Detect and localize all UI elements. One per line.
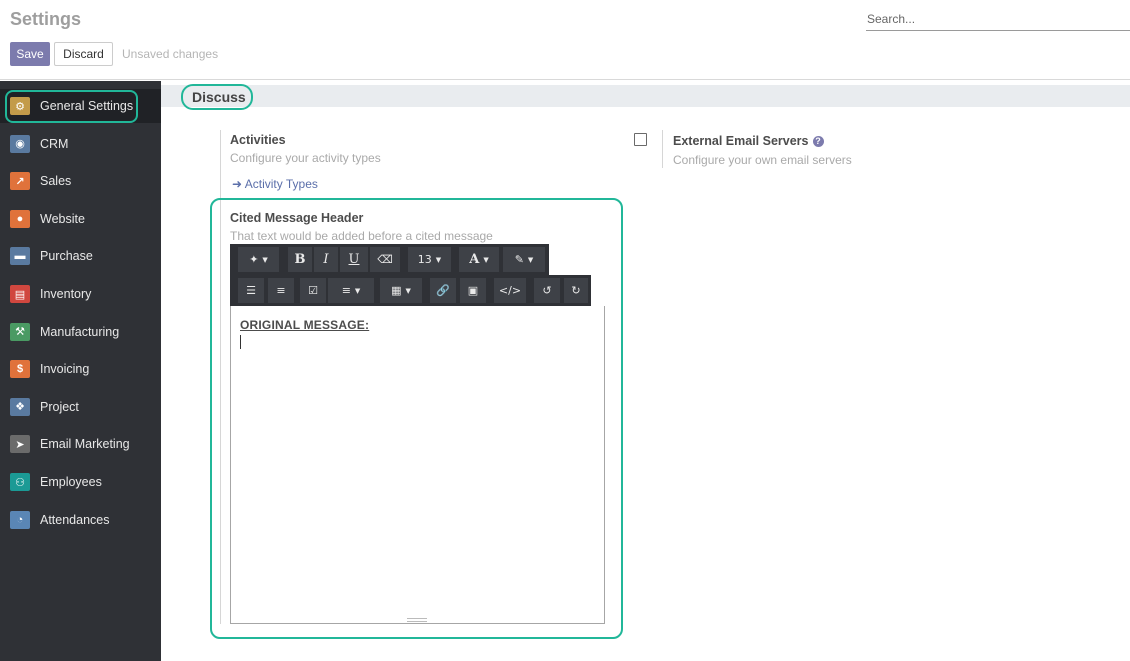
cited-header-highlight	[210, 198, 623, 639]
external-email-checkbox[interactable]	[634, 133, 647, 146]
arrow-right-icon: ➜	[232, 177, 243, 191]
sidebar-item-website[interactable]: ● Website	[0, 202, 161, 236]
puzzle-icon: ❖	[10, 397, 30, 416]
sidebar-item-attendances[interactable]: ◔ Attendances	[0, 503, 161, 537]
external-email-title: External Email Servers?	[673, 134, 824, 148]
chart-icon: ↗	[10, 172, 30, 191]
sidebar-item-employees[interactable]: ⚇ Employees	[0, 465, 161, 499]
activities-description: Configure your activity types	[230, 151, 381, 165]
sidebar-item-label: CRM	[40, 136, 69, 151]
sidebar-item-label: Manufacturing	[40, 324, 120, 339]
sidebar-item-label: Employees	[40, 475, 102, 489]
sidebar-item-project[interactable]: ❖ Project	[0, 390, 161, 424]
sidebar-item-sales[interactable]: ↗ Sales	[0, 164, 161, 198]
unsaved-changes-label: Unsaved changes	[122, 47, 219, 61]
sidebar-item-invoicing[interactable]: $ Invoicing	[0, 352, 161, 386]
sidebar-item-label: Attendances	[40, 512, 110, 527]
general-settings-highlight	[5, 90, 138, 123]
page-title: Settings	[10, 9, 82, 29]
setting-divider	[662, 130, 663, 168]
sidebar-item-crm[interactable]: ◉ CRM	[0, 127, 161, 161]
sidebar-item-label: Website	[40, 211, 85, 226]
sidebar-item-label: Purchase	[40, 249, 93, 264]
invoice-icon: $	[10, 360, 30, 379]
external-email-title-text: External Email Servers	[673, 134, 809, 148]
card-icon: ▬	[10, 247, 30, 266]
activity-types-label: Activity Types	[244, 177, 318, 191]
discard-button[interactable]: Discard	[54, 42, 113, 66]
section-header	[161, 85, 1130, 107]
sidebar-item-email-marketing[interactable]: ➤ Email Marketing	[0, 427, 161, 461]
handshake-icon: ◉	[10, 134, 30, 153]
save-button[interactable]: Save	[10, 42, 50, 66]
sidebar-item-label: Email Marketing	[40, 437, 130, 452]
box-icon: ▤	[10, 285, 30, 303]
paper-plane-icon: ➤	[10, 435, 30, 454]
sidebar-item-label: Inventory	[40, 287, 92, 301]
users-icon: ⚇	[10, 473, 30, 491]
activities-title: Activities	[230, 133, 286, 147]
sidebar-item-manufacturing[interactable]: ⚒ Manufacturing	[0, 315, 161, 349]
sidebar-item-purchase[interactable]: ▬ Purchase	[0, 239, 161, 273]
activity-types-link[interactable]: ➜ Activity Types	[232, 177, 318, 191]
wrench-icon: ⚒	[10, 322, 30, 341]
search-input[interactable]	[866, 8, 1130, 31]
help-icon[interactable]: ?	[812, 135, 824, 147]
globe-icon: ●	[10, 209, 30, 228]
sidebar-item-label: Sales	[40, 174, 72, 189]
section-title-highlight	[181, 84, 253, 110]
external-email-description: Configure your own email servers	[673, 153, 852, 167]
user-clock-icon: ◔	[10, 510, 30, 529]
sidebar-item-label: Invoicing	[40, 362, 90, 377]
sidebar-item-inventory[interactable]: ▤ Inventory	[0, 277, 161, 311]
control-panel: Settings Save Discard Unsaved changes	[0, 0, 1130, 80]
sidebar-item-label: Project	[40, 399, 79, 414]
